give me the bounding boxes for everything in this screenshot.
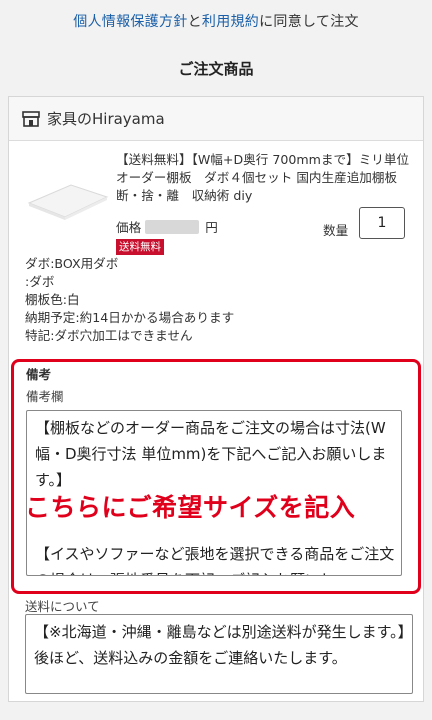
option-line: :ダボ [25,274,55,289]
shipping-label: 送料について [25,599,100,614]
option-line: 特記:ダボ穴加工はできません [25,328,193,343]
terms-link[interactable]: 利用規約 [202,11,259,31]
remarks-field-label: 備考欄 [26,389,64,404]
product-name[interactable]: 【送料無料】【W幅+D奥行 700mmまで】ミリ単位オーダー棚板 ダボ４個セット… [116,151,416,205]
order-item-card: 家具のHirayama 【送料無料】【W幅+D奥行 700mmまで】ミリ単位オー… [8,96,424,702]
quantity-input[interactable]: 1 [359,207,405,239]
size-instruction-overlay: こちらにご希望サイズを記入 [26,493,356,522]
product-options: ダボ:BOX用ダボ :ダボ 棚板色:白 納期予定:約14日かかる場合あります 特… [9,255,423,355]
consent-and: と [187,14,202,30]
shop-name: 家具のHirayama [47,110,165,128]
remarks-text-p1: 【棚板などのオーダー商品をご注文の場合は寸法(W幅・D奥行寸法 単位mm)を下記… [35,419,387,489]
price-row: 価格 円 [116,217,218,236]
price-label: 価格 [116,220,142,235]
remarks-text-p2: 【イスやソファーなど張地を選択できる商品をご注文の場合は、張地番号を下記へご記入… [35,545,395,575]
privacy-policy-link[interactable]: 個人情報保護方針 [73,11,187,31]
consent-line: 個人情報保護方針 と 利用規約 に同意して注文 [0,0,432,42]
remarks-section: 備考 備考欄 【棚板などのオーダー商品をご注文の場合は寸法(W幅・D奥行寸法 単… [11,359,421,594]
shop-header: 家具のHirayama [9,97,423,141]
consent-suffix: に同意して注文 [259,14,359,30]
section-title: ご注文商品 [178,59,254,78]
shop-icon [22,110,40,127]
shipping-textarea[interactable]: 【※北海道・沖縄・離島などは別途送料が発生します。】後ほど、送料込みの金額をご連… [25,614,413,694]
option-line: ダボ:BOX用ダボ [25,256,119,271]
option-line: 棚板色:白 [25,292,80,307]
option-line: 納期予定:約14日かかる場合あります [25,310,235,325]
remarks-textarea[interactable]: 【棚板などのオーダー商品をご注文の場合は寸法(W幅・D奥行寸法 単位mm)を下記… [26,410,402,576]
free-shipping-badge: 送料無料 [116,239,164,255]
product-thumbnail[interactable] [23,159,111,247]
price-unit: 円 [205,220,218,235]
price-value-blurred [145,219,200,234]
remarks-title: 備考 [26,367,52,382]
quantity-label: 数量 [323,223,349,238]
product-row: 【送料無料】【W幅+D奥行 700mmまで】ミリ単位オーダー棚板 ダボ４個セット… [9,141,423,255]
